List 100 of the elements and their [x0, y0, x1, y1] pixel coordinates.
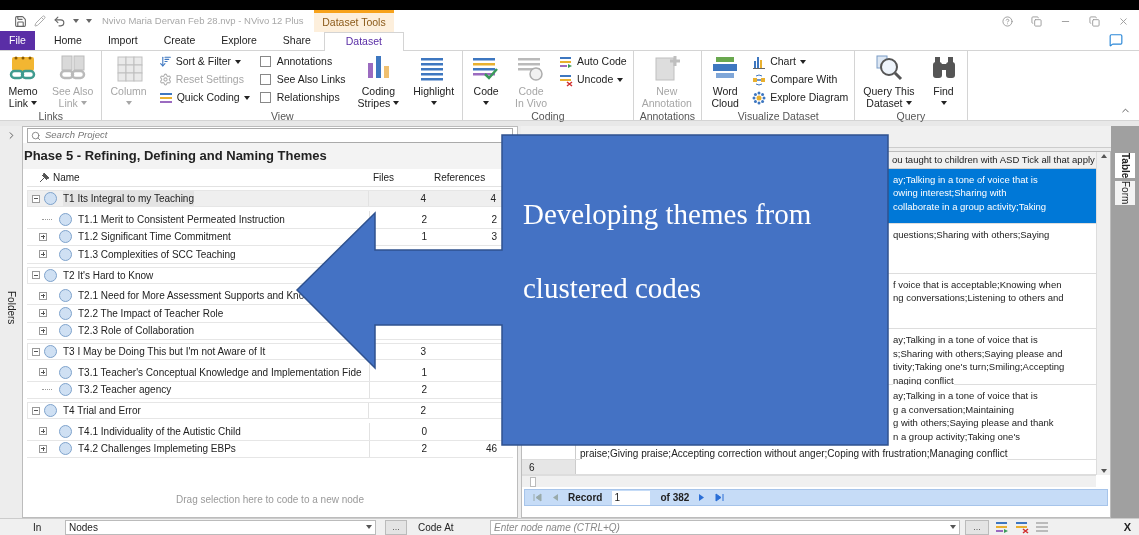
node-name[interactable]: T3.2 Teacher agency [78, 382, 172, 398]
comment-icon[interactable] [1109, 33, 1123, 47]
table-cell-text: 3 [420, 345, 426, 359]
node-icon [59, 230, 72, 244]
ribbon-tab[interactable]: Import [94, 31, 151, 50]
column-header[interactable]: Name [53, 170, 80, 185]
checkbox[interactable] [259, 92, 271, 103]
collapse-icon[interactable] [32, 271, 40, 279]
node-icon [44, 404, 57, 417]
checkbox[interactable] [259, 56, 271, 67]
expand-icon[interactable] [39, 427, 47, 436]
caret-icon [430, 101, 437, 105]
ribbon-button[interactable]: Uncode [559, 72, 627, 87]
node-name[interactable]: T3 I May be Doing This but I'm not Aware of It [63, 344, 266, 359]
group-label: View [270, 109, 295, 124]
ribbon-button[interactable]: Memo Link [6, 54, 40, 109]
magnifier-icon [873, 54, 904, 82]
ribbon-tab[interactable]: File [0, 31, 35, 50]
collapse-icon[interactable] [32, 194, 40, 203]
cell-text: tivity;Taking one's turn;Smiling;Accepting [893, 360, 1065, 374]
ribbon-tab[interactable]: Home [40, 31, 95, 50]
checkbox[interactable] [259, 74, 271, 85]
cell-text: ng conversations;Listening to others and [893, 291, 1064, 305]
expand-icon[interactable] [39, 291, 47, 300]
ribbon-button[interactable]: Compare With [752, 72, 849, 87]
search-icon [31, 130, 41, 141]
ribbon-tab[interactable]: Share [269, 31, 324, 50]
pin-icon [39, 172, 49, 183]
close-icon[interactable] [1118, 15, 1129, 27]
collapse-icon[interactable] [32, 347, 40, 356]
expand-icon[interactable] [39, 250, 47, 259]
cell-text: praise;Giving praise;Accepting correction without anger;Coping with frustration;Managing conflict [580, 447, 1008, 461]
ribbon-button[interactable]: Quick Coding [158, 90, 250, 105]
view-tab[interactable]: Form [1115, 181, 1135, 205]
lines-arrow-icon [559, 54, 574, 69]
expand-icon[interactable] [39, 368, 47, 377]
caret-icon [617, 77, 624, 82]
ribbon-button[interactable]: Explore Diagram [752, 90, 849, 105]
lines-arrow-icon [995, 520, 1009, 534]
drop-hint: Drag selection here to code to a new node [176, 493, 364, 507]
ribbon-button[interactable]: Code [469, 54, 504, 109]
lines-x-icon [559, 72, 574, 87]
caret-icon [243, 95, 250, 100]
table-cell-text: 1 [421, 365, 427, 380]
ribbon-button[interactable]: Chart [752, 54, 849, 69]
ribbon-button[interactable]: Highlight [411, 54, 457, 109]
callout-text: clustered codes [523, 271, 702, 306]
undo-icon[interactable] [53, 14, 66, 28]
browse-button[interactable]: ... [385, 519, 407, 535]
ribbon-button[interactable]: Sort & Filter [158, 54, 250, 69]
ribbon-button[interactable]: Find [926, 54, 961, 109]
location-dropdown[interactable]: Nodes [65, 519, 376, 535]
node-name-field[interactable]: Enter node name (CTRL+Q) [490, 519, 960, 535]
expand-icon[interactable] [39, 232, 47, 241]
cell-text: g with others;Saying please and thank [893, 416, 1054, 430]
close-button[interactable]: X [1123, 518, 1131, 535]
checkbox-label: See Also Links [276, 71, 346, 87]
restore-icon[interactable] [1089, 15, 1100, 27]
row-number[interactable]: 6 [529, 459, 535, 475]
help-icon[interactable] [1002, 15, 1013, 27]
caret-icon [483, 101, 490, 105]
compare-icon [752, 72, 767, 87]
column-header[interactable]: References [434, 170, 486, 185]
sort-icon [158, 55, 172, 68]
settings-icon [158, 73, 172, 86]
documents-link-icon [57, 54, 88, 82]
node-name[interactable]: T1.2 Significant Time Commitment [78, 229, 231, 245]
node-name[interactable]: T4.2 Challenges Implemeting EBPs [78, 441, 236, 457]
collapse-icon[interactable] [32, 406, 40, 415]
ribbon-button[interactable]: Auto Code [559, 54, 627, 69]
node-name[interactable]: T1 Its Integral to my Teaching [63, 191, 194, 206]
expand-icon[interactable] [39, 326, 47, 335]
save-icon[interactable] [14, 14, 27, 28]
table-cell-text: 46 [485, 442, 497, 457]
checkbox-label: Annotations [276, 53, 333, 69]
ribbon-button[interactable]: Query This Dataset [861, 54, 917, 109]
diagram-icon [752, 90, 767, 105]
column-header[interactable]: Files [373, 170, 395, 185]
horizontal-scrollbar[interactable] [522, 475, 1096, 487]
view-tab[interactable]: Table [1115, 153, 1135, 179]
ribbon-button[interactable]: Coding Stripes [355, 54, 402, 109]
vertical-scrollbar[interactable] [1096, 152, 1110, 475]
search-field[interactable]: Search Project [27, 128, 513, 143]
code-at-label: Code At [418, 520, 455, 535]
group-label: Annotations [639, 109, 696, 124]
ribbon-button[interactable]: Word Cloud [708, 54, 743, 109]
browse-button[interactable]: ... [965, 519, 989, 535]
expand-icon[interactable] [39, 309, 47, 318]
caret-icon [86, 19, 92, 23]
caret-icon [950, 525, 956, 529]
caret-icon [31, 101, 38, 105]
ribbon-tab[interactable]: Dataset [323, 32, 404, 51]
caret-icon [125, 101, 132, 105]
pencil-icon[interactable] [34, 15, 46, 27]
expand-icon[interactable] [39, 444, 47, 453]
ribbon-tab[interactable]: Create [150, 31, 209, 50]
cell-text: ay;Talking in a tone of voice that is [893, 333, 1038, 347]
pane-label: Folders [4, 291, 18, 325]
ribbon-tab[interactable]: Explore [208, 31, 270, 50]
node-icon [59, 212, 72, 226]
